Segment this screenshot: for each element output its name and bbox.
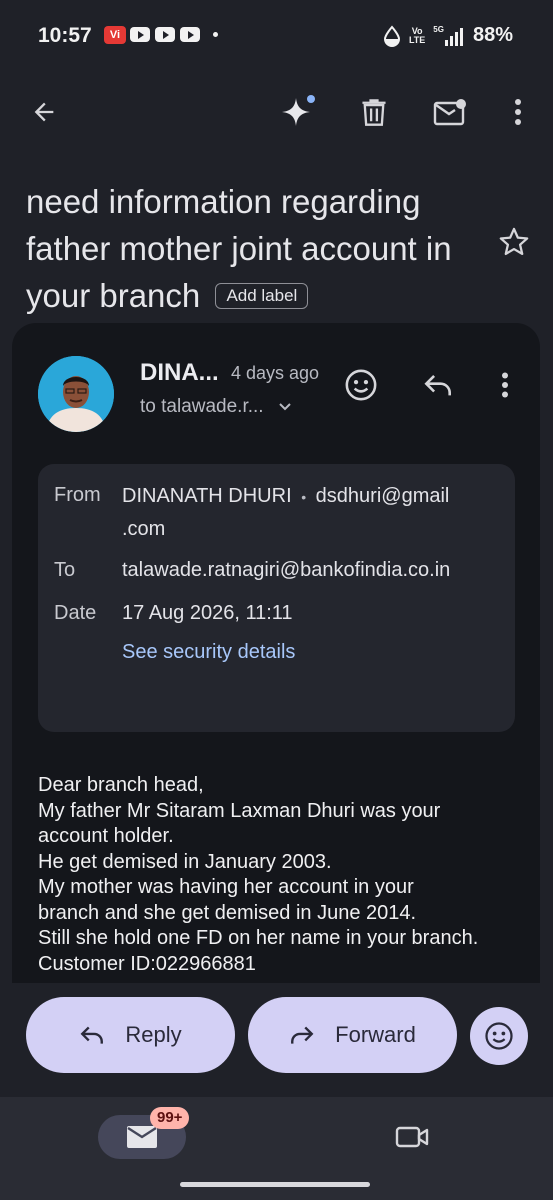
body-line: Customer ID:022966881 — [38, 952, 256, 975]
signal-group: 5G — [433, 25, 465, 46]
body-line: My mother was having her account in your — [38, 876, 414, 898]
gemini-summarize-button[interactable] — [274, 88, 322, 136]
smiley-icon — [345, 369, 377, 401]
to-label: To — [54, 559, 76, 581]
youtube-notification-icon — [180, 27, 200, 42]
react-emoji-button[interactable] — [339, 363, 383, 407]
star-outline-icon — [499, 227, 529, 256]
smiley-icon — [485, 1022, 513, 1050]
youtube-notification-icon — [155, 27, 175, 42]
body-line: branch and she get demised in June 2014. — [38, 901, 417, 924]
arrow-back-icon — [34, 102, 54, 122]
top-app-bar — [0, 80, 553, 144]
more-options-button[interactable] — [494, 88, 542, 136]
mark-unread-button[interactable] — [426, 88, 474, 136]
body-line: My father Mr Sitaram Laxman Dhuri was yo… — [38, 799, 441, 822]
sender-name[interactable]: DINA... — [140, 359, 219, 387]
data-saver-drop-icon — [383, 24, 400, 47]
message-body: Dear branch head, My father Mr Sitaram L… — [38, 773, 528, 977]
security-details-link[interactable]: See security details — [122, 641, 295, 664]
message-card: DINA... 4 days ago to talawade.r... From… — [12, 323, 540, 983]
reply-icon — [424, 374, 451, 396]
mail-unread-icon — [433, 99, 466, 126]
reply-icon-button[interactable] — [416, 363, 460, 407]
bottom-actions: Reply Forward — [0, 995, 553, 1075]
sender-photo — [38, 356, 114, 432]
carrier-vi-icon: Vi — [104, 26, 126, 44]
bottom-navigation: 99+ — [0, 1097, 553, 1200]
body-line: Still she hold one FD on her name in you… — [38, 927, 479, 949]
trash-icon — [362, 99, 386, 126]
from-separator: • — [301, 489, 307, 505]
forward-button[interactable]: Forward — [248, 997, 457, 1073]
status-right-group: Vo LTE 5G 88% — [383, 24, 513, 47]
status-time: 10:57 — [38, 24, 92, 47]
more-notifications-dot — [213, 32, 218, 37]
message-time: 4 days ago — [231, 363, 320, 383]
emoji-reaction-button[interactable] — [470, 1007, 528, 1065]
home-indicator[interactable] — [180, 1182, 370, 1187]
more-vert-icon — [502, 372, 508, 398]
unread-count-badge: 99+ — [150, 1107, 190, 1129]
message-more-button[interactable] — [483, 363, 527, 407]
gmail-message-screen: 10:57 Vi Vo LTE 5G 88% need information … — [0, 0, 553, 1200]
reply-label: Reply — [125, 1022, 182, 1047]
from-label: From — [54, 484, 101, 506]
date-value: 17 Aug 2026, 11:11 — [122, 602, 293, 624]
recipients-summary: to talawade.r... — [140, 396, 264, 417]
star-button[interactable] — [497, 225, 531, 264]
sparkle-icon — [282, 95, 315, 126]
delete-button[interactable] — [350, 88, 398, 136]
youtube-notification-icon — [130, 27, 150, 42]
forward-icon — [291, 1026, 314, 1044]
recipients-toggle[interactable]: to talawade.r... — [140, 396, 292, 418]
nav-meet-tab[interactable] — [390, 1117, 434, 1157]
to-value[interactable]: talawade.ratnagiri@bankofindia.co.in — [122, 554, 450, 586]
reply-icon — [80, 1026, 104, 1044]
body-line: He get demised in January 2003. — [38, 850, 332, 873]
back-button[interactable] — [20, 88, 68, 136]
body-line: account holder. — [38, 825, 174, 847]
from-email-part-1[interactable]: dsdhuri@gmail — [316, 485, 450, 507]
email-subject: need information regarding father mother… — [26, 178, 466, 319]
reply-button[interactable]: Reply — [26, 997, 235, 1073]
volte-indicator: Vo LTE — [408, 26, 426, 45]
battery-percent: 88% — [472, 24, 513, 46]
volte-bottom: LTE — [408, 34, 426, 45]
body-line: Dear branch head, — [38, 774, 204, 796]
signal-strength-icon — [444, 28, 463, 46]
chevron-down-icon — [278, 403, 291, 411]
add-label-chip[interactable]: Add label — [215, 283, 309, 309]
message-details-panel: From DINANATH DHURI • dsdhuri@gmail .com… — [38, 464, 515, 732]
date-label: Date — [54, 602, 97, 624]
videocam-icon — [395, 1126, 429, 1148]
from-email-part-2[interactable]: .com — [122, 518, 165, 540]
net-gen-label: 5G — [433, 25, 444, 34]
forward-label: Forward — [335, 1022, 416, 1047]
from-value: DINANATH DHURI • dsdhuri@gmail .com — [122, 480, 449, 545]
more-vert-icon — [515, 99, 521, 125]
sender-avatar[interactable] — [38, 356, 114, 432]
mail-icon — [127, 1126, 157, 1148]
status-bar: 10:57 Vi Vo LTE 5G 88% — [0, 0, 553, 72]
from-name: DINANATH DHURI — [122, 485, 292, 507]
